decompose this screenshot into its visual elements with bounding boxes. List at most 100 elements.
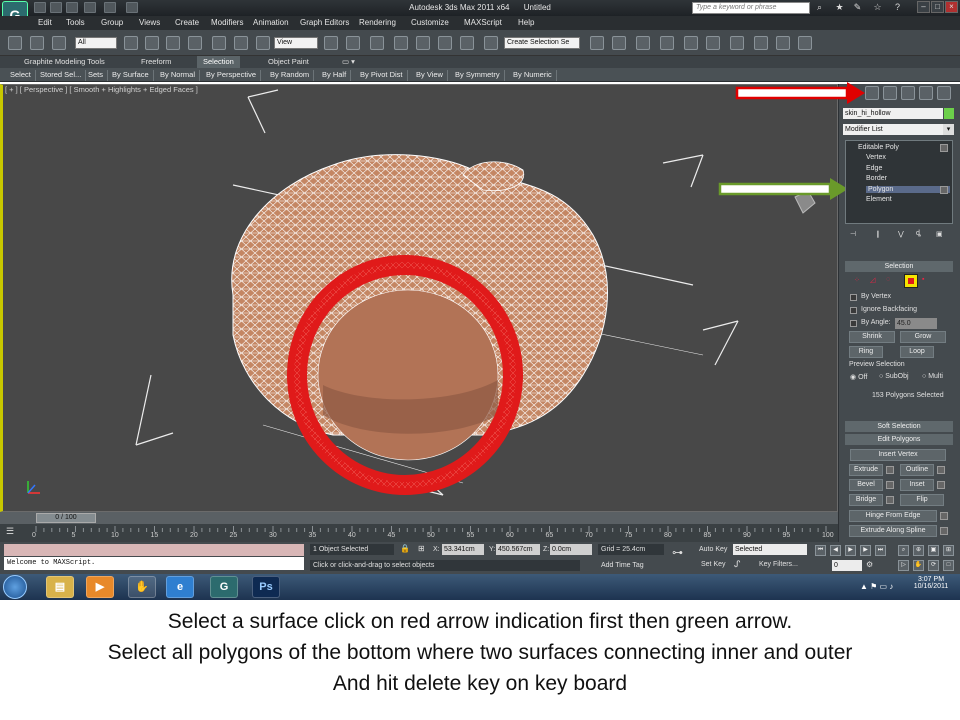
configure-sets-icon[interactable]: ▣ [936,230,943,238]
angle-spinner[interactable]: 45.0 [895,318,937,329]
ribbon-by-symmetry-button[interactable]: By Symmetry [451,70,505,81]
menu-tools[interactable]: Tools [66,18,85,27]
extrude-button[interactable]: Extrude [849,464,883,476]
time-slider-thumb[interactable]: 0 / 100 [36,513,96,523]
motion-tab-icon[interactable] [901,86,915,100]
utilities-tab-icon[interactable] [937,86,951,100]
edit-named-selection-icon[interactable] [484,36,498,50]
polygon-toggle-icon[interactable] [940,186,948,194]
select-link-icon[interactable] [8,36,22,50]
y-coordinate-field[interactable]: 450.567cm [496,544,540,555]
select-by-name-icon[interactable] [145,36,159,50]
display-tab-icon[interactable] [919,86,933,100]
preview-off-radio[interactable]: ◉ Off [850,373,867,381]
snaps-toggle-icon[interactable] [394,36,408,50]
menu-customize[interactable]: Customize [411,18,449,27]
bridge-settings-icon[interactable] [886,496,894,504]
spinner-snap-icon[interactable] [460,36,474,50]
internet-explorer-icon[interactable]: e [166,576,194,598]
bridge-button[interactable]: Bridge [849,494,883,506]
orbit-icon[interactable]: ⟳ [928,560,939,571]
insert-vertex-button[interactable]: Insert Vertex [850,449,946,461]
element-mode-icon[interactable]: ▪ [922,276,924,283]
vertex-mode-icon[interactable]: ⁘ [854,276,860,284]
scale-icon[interactable] [256,36,270,50]
extrude-along-spline-button[interactable]: Extrude Along Spline [849,525,937,537]
modifier-list-dropdown[interactable]: Modifier List [843,124,943,135]
ribbon-by-numeric-button[interactable]: By Numeric [509,70,557,81]
menu-graph-editors[interactable]: Graph Editors [300,18,349,27]
curve-editor-icon[interactable] [684,36,698,50]
help-icon[interactable]: ? [892,2,903,13]
tab-object-paint[interactable]: Object Paint [262,56,315,68]
utility-app-icon[interactable]: ✋ [128,576,156,598]
modify-tab-icon[interactable] [865,86,879,100]
unlink-icon[interactable] [30,36,44,50]
tab-freeform[interactable]: Freeform [135,56,177,68]
window-crossing-icon[interactable] [188,36,202,50]
hinge-from-edge-button[interactable]: Hinge From Edge [849,510,937,522]
add-time-tag-button[interactable]: Add Time Tag [598,560,664,571]
ribbon-by-pivot-dist-button[interactable]: By Pivot Dist [356,70,408,81]
preview-subobj-radio[interactable]: ○ SubObj [879,373,909,380]
percent-snap-icon[interactable] [438,36,452,50]
menu-modifiers[interactable]: Modifiers [211,18,243,27]
maxscript-output[interactable]: Welcome to MAXScript. [4,557,304,570]
edge-mode-icon[interactable]: ◿ [870,276,875,284]
go-to-start-icon[interactable]: ⏮ [815,545,826,556]
key-icon[interactable]: ⊶ [672,546,690,560]
polygon-mode-icon[interactable] [904,274,918,288]
selection-filter-dropdown[interactable]: All [75,37,117,49]
binoculars-icon[interactable]: ⌕ [814,2,825,13]
preview-multi-radio[interactable]: ○ Multi [922,373,943,380]
open-file-icon[interactable] [50,2,62,13]
subscription-icon[interactable]: ☆ [872,2,883,13]
outline-button[interactable]: Outline [900,464,934,476]
pan-view-icon[interactable]: ✋ [913,560,924,571]
communication-icon[interactable]: ✎ [852,2,863,13]
close-button[interactable]: × [945,1,958,13]
lock-selection-icon[interactable]: 🔒 [400,544,410,555]
menu-animation[interactable]: Animation [253,18,289,27]
redo-icon[interactable] [104,2,116,13]
star-icon[interactable]: ★ [834,2,845,13]
ribbon-options-icon[interactable]: ▭ ▾ [336,56,361,68]
stack-item-polygon[interactable]: Polygon [866,186,950,193]
menu-group[interactable]: Group [101,18,123,27]
bevel-button[interactable]: Bevel [849,479,883,491]
edit-polygons-rollout-header[interactable]: Edit Polygons [845,434,953,445]
track-bar[interactable] [0,524,838,542]
maxscript-listener-input[interactable] [4,544,304,556]
current-frame-field[interactable]: 0 [832,560,862,571]
extrude-spline-settings-icon[interactable] [940,527,948,535]
graphite-toggle-icon[interactable] [660,36,674,50]
by-angle-checkbox[interactable] [850,320,857,327]
mirror-icon[interactable] [590,36,604,50]
flip-button[interactable]: Flip [900,494,944,506]
rotate-icon[interactable] [234,36,248,50]
project-folder-icon[interactable] [126,2,138,13]
ribbon-by-perspective-button[interactable]: By Perspective [202,70,262,81]
start-button-icon[interactable] [3,575,27,599]
menu-create[interactable]: Create [175,18,199,27]
inset-settings-icon[interactable] [937,481,945,489]
ribbon-by-view-button[interactable]: By View [412,70,448,81]
hinge-settings-icon[interactable] [940,512,948,520]
select-object-icon[interactable] [124,36,138,50]
zoom-all-icon[interactable]: ⊕ [913,545,924,556]
perspective-viewport[interactable] [0,84,838,512]
ribbon-by-surface-button[interactable]: By Surface [108,70,154,81]
new-file-icon[interactable] [34,2,46,13]
bevel-settings-icon[interactable] [886,481,894,489]
keyboard-shortcut-icon[interactable] [370,36,384,50]
menu-edit[interactable]: Edit [38,18,52,27]
play-icon[interactable]: ▶ [845,545,856,556]
minimize-button[interactable]: – [917,1,930,13]
render-setup-icon[interactable] [754,36,768,50]
stack-item-vertex[interactable]: Vertex [866,154,886,161]
extrude-settings-icon[interactable] [886,466,894,474]
move-icon[interactable] [212,36,226,50]
ribbon-by-normal-button[interactable]: By Normal [156,70,201,81]
hierarchy-tab-icon[interactable] [883,86,897,100]
object-color-swatch[interactable] [944,108,954,119]
